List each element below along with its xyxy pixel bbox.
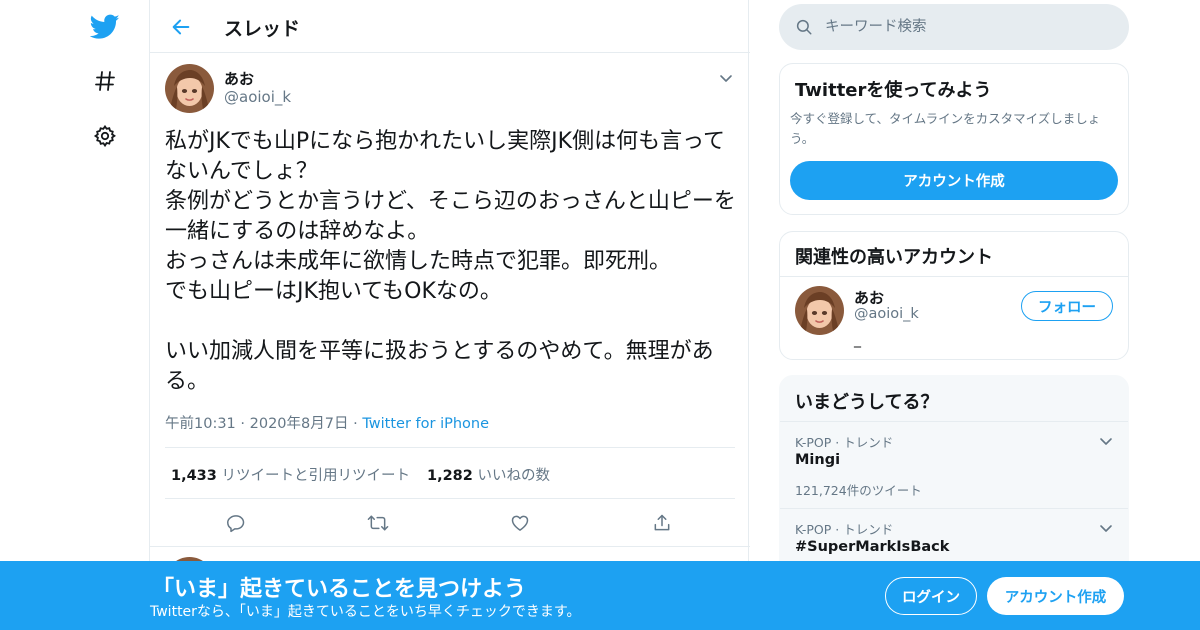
follow-button[interactable]: フォロー (1021, 291, 1113, 321)
signup-card: Twitterを使ってみよう 今すぐ登録して、タイムラインをカスタマイズしましょ… (779, 63, 1129, 215)
search-bar (779, 4, 1129, 50)
search-input[interactable] (825, 12, 1115, 42)
related-account-bio: _ (854, 332, 861, 348)
gear-icon[interactable] (86, 117, 124, 155)
divider (780, 276, 1128, 277)
left-nav (80, 0, 140, 630)
banner-title: 「いま」起きていることを見つけよう (152, 577, 527, 602)
related-account-name[interactable]: あお (854, 287, 884, 308)
arrow-left-icon[interactable] (168, 14, 194, 40)
hashtag-icon[interactable] (86, 62, 124, 100)
meta-separator: · (353, 416, 358, 432)
retweet-icon[interactable] (366, 511, 390, 535)
tweet-actions (165, 499, 735, 547)
trend-name: #SuperMarkIsBack (795, 539, 950, 555)
share-icon[interactable] (650, 511, 674, 535)
tweet-timestamp: 午前10:31 · 2020年8月7日 · Twitter for iPhone (165, 412, 489, 433)
chevron-down-icon[interactable] (716, 68, 736, 88)
trend-name: Mingi (795, 452, 841, 468)
reply-icon[interactable] (224, 511, 248, 535)
like-label: いいねの数 (477, 468, 550, 484)
related-accounts-card: 関連性の高いアカウント あお @aoioi_k _ フォロー (779, 231, 1129, 360)
trend-category: K-POP · トレンド (795, 435, 894, 450)
author-handle[interactable]: @aoioi_k (224, 88, 291, 106)
like-icon[interactable] (508, 511, 532, 535)
retweet-label: リツイートと引用リツイート (221, 468, 410, 484)
page-title: スレッド (224, 18, 301, 40)
like-count: 1,282 (427, 468, 473, 484)
create-account-button[interactable]: アカウント作成 (790, 161, 1118, 200)
avatar[interactable] (795, 286, 844, 335)
retweet-count: 1,433 (171, 468, 217, 484)
like-stat[interactable]: 1,282 いいねの数 (427, 464, 550, 485)
avatar[interactable] (165, 64, 214, 113)
signup-banner: 「いま」起きていることを見つけよう Twitterなら、「いま」起きていることを… (0, 561, 1200, 630)
meta-separator: · (240, 416, 246, 432)
tweet-text: 私がJKでも山Pになら抱かれたいし実際JK側は何も言ってないんでしょ？ 条例がど… (165, 129, 736, 394)
chevron-down-icon[interactable] (1096, 431, 1116, 451)
signup-card-description: 今すぐ登録して、タイムラインをカスタマイズしましょう。 (790, 111, 1101, 146)
twitter-logo-icon[interactable] (86, 8, 124, 46)
search-icon (793, 16, 815, 38)
trend-item[interactable]: K-POP · トレンド Mingi 121,724件のツイート (780, 421, 1128, 509)
retweet-stat[interactable]: 1,433 リツイートと引用リツイート (171, 464, 410, 485)
banner-create-account-button[interactable]: アカウント作成 (987, 577, 1124, 615)
trends-card-title: いまどうしてる？ (795, 392, 939, 413)
tweet-time[interactable]: 午前10:31 (165, 416, 236, 432)
chevron-down-icon[interactable] (1096, 518, 1116, 538)
login-button[interactable]: ログイン (885, 577, 977, 615)
thread-header: スレッド (150, 0, 750, 53)
main-column: スレッド あお @aoioi_k 私がJKでも山Pになら抱かれたいし実際JK側は… (149, 0, 750, 630)
tweet-source-link[interactable]: Twitter for iPhone (362, 416, 489, 432)
trend-count: 121,724件のツイート (795, 483, 922, 498)
related-card-title: 関連性の高いアカウント (795, 247, 993, 268)
author-name[interactable]: あお (224, 68, 254, 89)
tweet-date[interactable]: 2020年8月7日 (250, 416, 349, 432)
signup-card-title: Twitterを使ってみよう (795, 80, 992, 101)
banner-subtitle: Twitterなら、「いま」起きていることをいち早くチェックできます。 (150, 604, 581, 620)
trend-category: K-POP · トレンド (795, 522, 894, 537)
tweet-stats: 1,433 リツイートと引用リツイート 1,282 いいねの数 (165, 447, 735, 499)
related-account-handle[interactable]: @aoioi_k (854, 306, 919, 322)
trends-card: いまどうしてる？ K-POP · トレンド Mingi 121,724件のツイー… (779, 375, 1129, 575)
